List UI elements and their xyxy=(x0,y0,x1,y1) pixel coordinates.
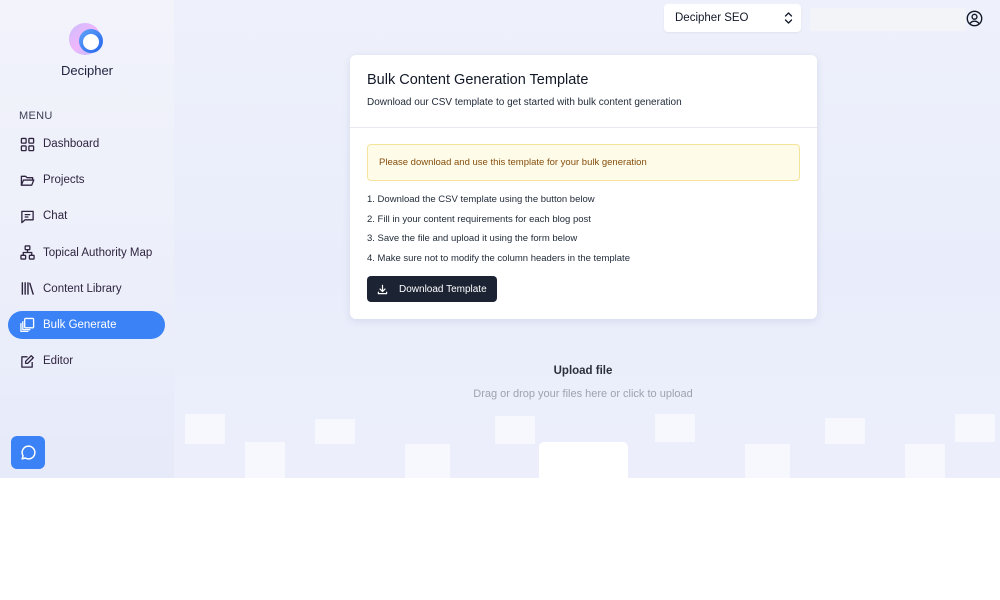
chat-support-button[interactable] xyxy=(11,436,45,469)
sidebar-item-editor[interactable]: Editor xyxy=(8,347,165,375)
card-divider xyxy=(350,127,817,128)
chat-bubble-icon xyxy=(19,208,35,224)
sidebar-item-label: Dashboard xyxy=(43,138,100,150)
menu-heading: MENU xyxy=(19,110,53,122)
sidebar-item-label: Content Library xyxy=(43,282,122,295)
folder-open-icon xyxy=(19,172,35,188)
search-input[interactable] xyxy=(810,8,966,31)
sidebar-item-chat[interactable]: Chat xyxy=(8,202,165,230)
upload-dropzone[interactable] xyxy=(539,442,628,478)
copy-stack-icon xyxy=(19,317,35,333)
sidebar-nav: Dashboard Projects Chat Topical Authorit… xyxy=(8,130,165,383)
decipher-logo-icon xyxy=(67,20,107,60)
brand-logo[interactable]: Decipher xyxy=(0,20,174,78)
sidebar-item-dashboard[interactable]: Dashboard xyxy=(8,130,165,158)
download-template-button[interactable]: Download Template xyxy=(367,276,497,302)
chevron-up-down-icon xyxy=(784,11,793,28)
library-icon xyxy=(19,281,35,297)
list-item: 1. Download the CSV template using the b… xyxy=(367,194,595,205)
sidebar-item-projects[interactable]: Projects xyxy=(8,166,165,194)
sidebar-item-content-library[interactable]: Content Library xyxy=(8,275,165,303)
template-notice: Please download and use this template fo… xyxy=(367,144,800,181)
edit-icon xyxy=(19,353,35,369)
sidebar-item-label: Chat xyxy=(43,210,68,223)
list-item: 3. Save the file and upload it using the… xyxy=(367,233,578,244)
list-item: 4. Make sure not to modify the column he… xyxy=(367,252,630,264)
template-card: Bulk Content Generation Template Downloa… xyxy=(350,55,817,319)
sidebar-item-label: Bulk Generate xyxy=(43,318,117,331)
upload-hint: Drag or drop your files here or click to… xyxy=(473,388,693,400)
card-title: Bulk Content Generation Template xyxy=(367,72,589,88)
message-circle-icon xyxy=(20,444,37,461)
sidebar-item-bulk-generate[interactable]: Bulk Generate xyxy=(8,310,165,339)
upload-title: Upload file xyxy=(553,365,613,377)
download-button-label: Download Template xyxy=(399,283,487,295)
notice-text: Please download and use this template fo… xyxy=(379,157,647,168)
sidebar-item-label: Topical Authority Map xyxy=(43,246,153,259)
instruction-list: 1. Download the CSV template using the b… xyxy=(367,193,630,271)
sitemap-icon xyxy=(19,245,35,261)
project-select[interactable]: Decipher SEO xyxy=(664,4,801,32)
project-select-value: Decipher SEO xyxy=(675,12,749,24)
dashboard-grid-icon xyxy=(19,136,35,152)
download-icon xyxy=(377,284,388,295)
sidebar: Decipher MENU Dashboard Projects Chat To… xyxy=(0,0,174,478)
app-window: Decipher MENU Dashboard Projects Chat To… xyxy=(0,0,1000,478)
user-circle-icon[interactable] xyxy=(966,10,983,27)
list-item: 2. Fill in your content requirements for… xyxy=(367,213,591,225)
card-subtitle: Download our CSV template to get started… xyxy=(367,97,682,108)
sidebar-item-label: Projects xyxy=(43,174,85,187)
sidebar-item-topical-authority-map[interactable]: Topical Authority Map xyxy=(8,239,165,267)
brand-name: Decipher xyxy=(60,63,114,78)
sidebar-item-label: Editor xyxy=(43,355,74,368)
